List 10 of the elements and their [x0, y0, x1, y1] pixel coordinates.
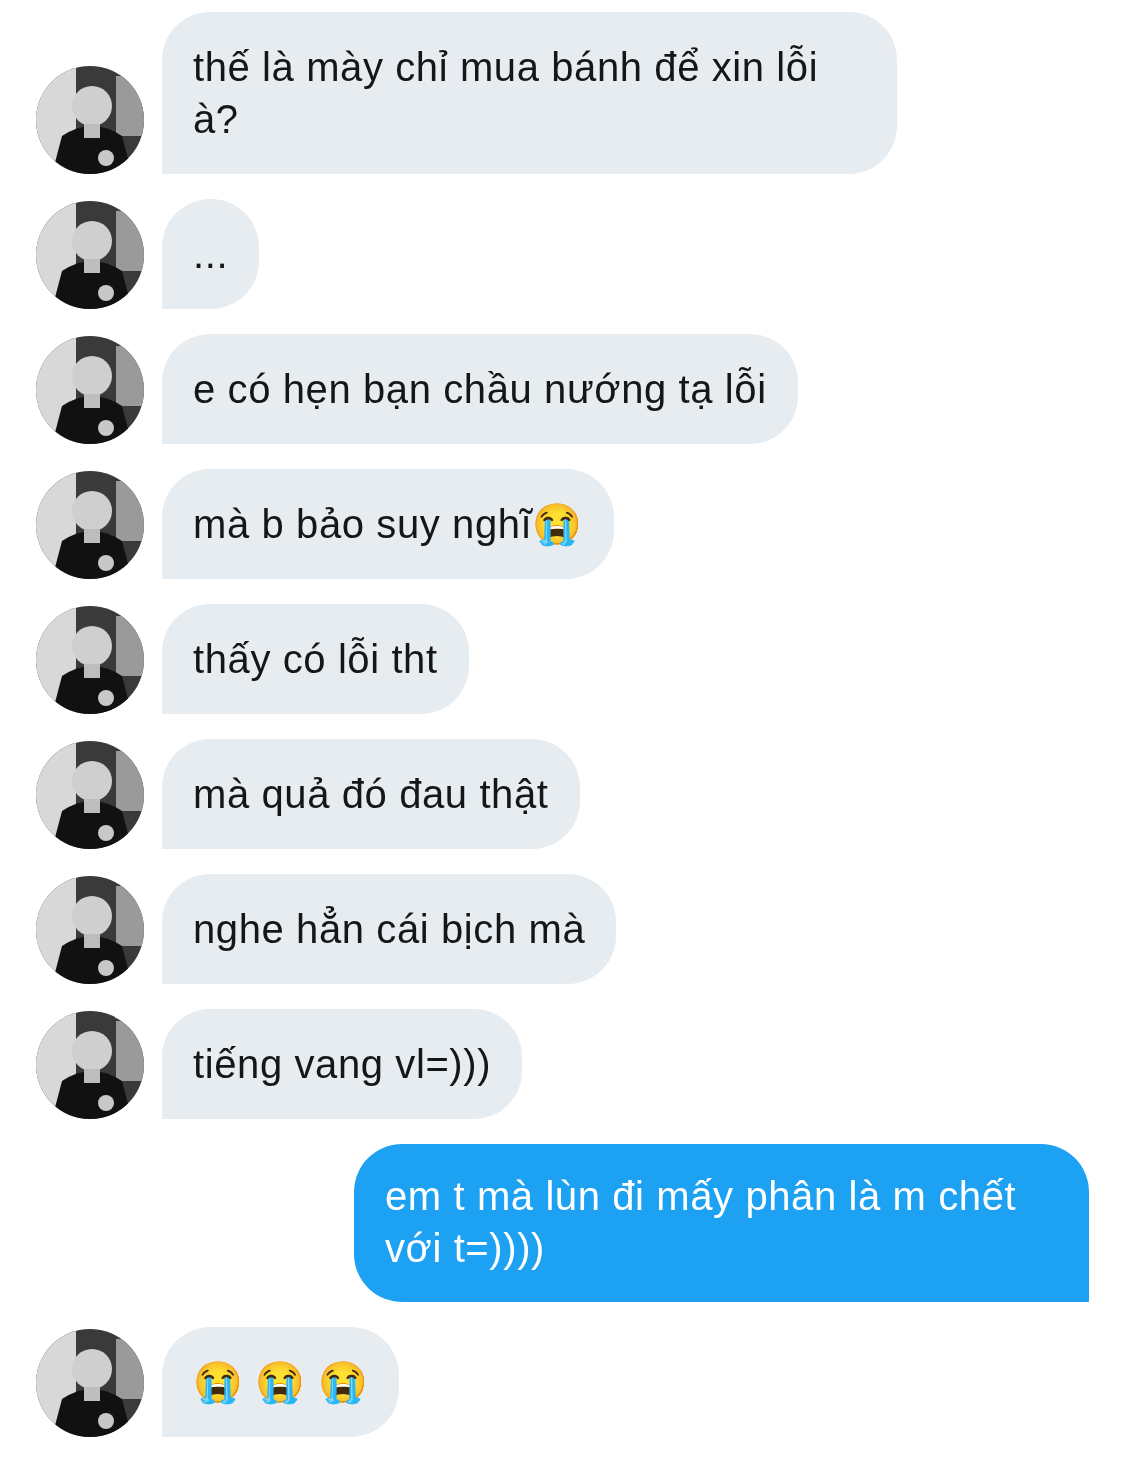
received-message-bubble: 😭 😭 😭 — [162, 1327, 400, 1437]
received-message-bubble: e có hẹn bạn chầu nướng tạ lỗi — [162, 334, 798, 444]
received-message-bubble: ... — [162, 199, 260, 309]
sent-message-bubble: em t mà lùn đi mấy phân là m chết với t=)))) — [354, 1144, 1089, 1302]
received-message-bubble: mà quả đó đau thật — [162, 739, 580, 849]
received-message-bubble: thấy có lỗi tht — [162, 604, 469, 714]
received-message-bubble: tiếng vang vl=))) — [162, 1009, 523, 1119]
received-message-bubble: mà b bảo suy nghĩ😭 — [162, 469, 614, 579]
received-message-bubble: nghe hẳn cái bịch mà — [162, 874, 617, 984]
received-message-bubble: thế là mày chỉ mua bánh để xin lỗi à? — [162, 12, 897, 174]
